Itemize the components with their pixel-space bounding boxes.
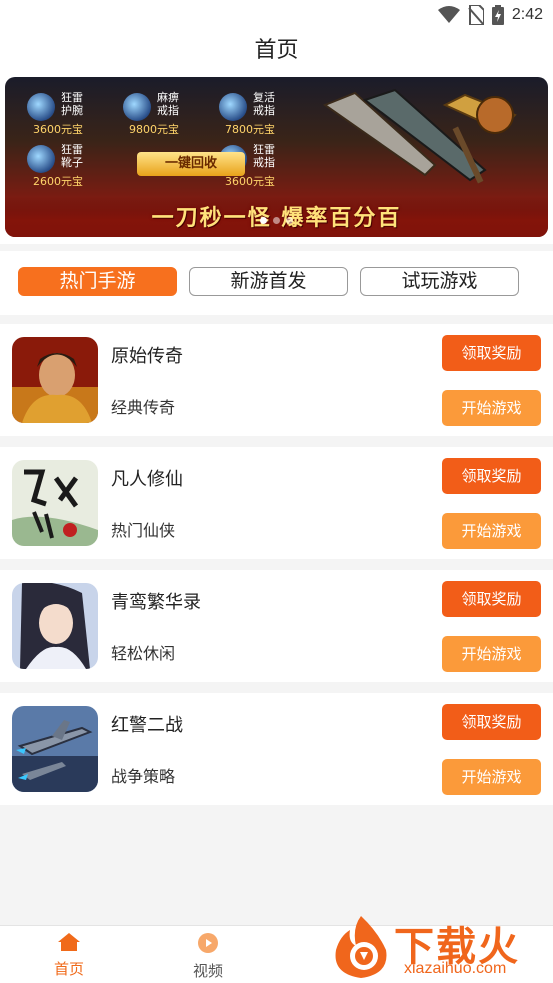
nav-item-home[interactable]: 首页 — [29, 932, 109, 979]
banner-item: 狂雷靴子 2600元宝 — [25, 141, 115, 188]
banner-item-name: 狂雷靴子 — [61, 143, 83, 169]
banner-item: 复活戒指 7800元宝 — [217, 89, 307, 136]
banner-item-price: 7800元宝 — [225, 123, 275, 136]
pagination-dot[interactable] — [273, 217, 280, 224]
promo-banner[interactable]: 狂雷护腕 3600元宝 麻痹戒指 9800元宝 复活戒指 7800元宝 狂雷靴子… — [5, 77, 548, 237]
game-list-item[interactable]: 凡人修仙 热门仙侠 领取奖励 开始游戏 — [0, 447, 553, 559]
warrior-portrait-icon[interactable] — [12, 337, 98, 423]
gem-icon — [27, 93, 55, 121]
anime-portrait-icon[interactable] — [12, 583, 98, 669]
pagination-dot[interactable] — [260, 217, 267, 224]
game-tag: 轻松休闲 — [111, 644, 176, 663]
play-circle-icon — [198, 933, 218, 953]
nav-label: 视频 — [192, 962, 223, 980]
tab-new-games[interactable]: 新游首发 — [189, 267, 348, 296]
banner-item: 狂雷护腕 3600元宝 — [25, 89, 115, 136]
game-name: 原始传奇 — [111, 346, 183, 367]
banner-pagination — [260, 217, 293, 224]
start-game-button[interactable]: 开始游戏 — [442, 513, 541, 549]
battery-charging-icon — [491, 5, 504, 25]
game-name: 青鸾繁华录 — [111, 592, 201, 613]
claim-reward-button[interactable]: 领取奖励 — [442, 581, 541, 617]
banner-item-grid: 狂雷护腕 3600元宝 麻痹戒指 9800元宝 复活戒指 7800元宝 狂雷靴子… — [25, 89, 315, 199]
banner-item-price: 2600元宝 — [33, 175, 83, 188]
calligraphy-logo-icon[interactable] — [12, 460, 98, 546]
nav-item-video[interactable]: 视频 — [168, 932, 248, 981]
claim-reward-button[interactable]: 领取奖励 — [442, 704, 541, 740]
banner-item-price: 3600元宝 — [33, 123, 83, 136]
gem-icon — [27, 145, 55, 173]
banner-item-name: 麻痹戒指 — [157, 91, 179, 117]
pagination-dot[interactable] — [286, 217, 293, 224]
start-game-button[interactable]: 开始游戏 — [442, 636, 541, 672]
claim-reward-button[interactable]: 领取奖励 — [442, 458, 541, 494]
game-tag: 经典传奇 — [111, 398, 176, 417]
weapons-illustration-icon — [322, 88, 517, 184]
start-game-button[interactable]: 开始游戏 — [442, 390, 541, 426]
start-game-button[interactable]: 开始游戏 — [442, 759, 541, 795]
recycle-button[interactable]: 一键回收 — [137, 152, 245, 176]
tab-hot-games[interactable]: 热门手游 — [18, 267, 177, 296]
home-icon — [58, 933, 80, 951]
banner-section: 狂雷护腕 3600元宝 麻痹戒指 9800元宝 复活戒指 7800元宝 狂雷靴子… — [0, 72, 553, 244]
banner-item-price: 9800元宝 — [129, 123, 179, 136]
gem-icon — [219, 93, 247, 121]
game-list-item[interactable]: 原始传奇 经典传奇 领取奖励 开始游戏 — [0, 324, 553, 436]
page-title: 首页 — [254, 38, 299, 63]
banner-slogan: 一刀秒一怪 爆率百分百 — [5, 195, 548, 237]
watermark: 下载火 xiazaihuo.com — [326, 910, 553, 983]
tab-trial-games[interactable]: 试玩游戏 — [360, 267, 519, 296]
category-tabs: 热门手游 新游首发 试玩游戏 — [0, 251, 553, 315]
flame-logo-icon — [335, 916, 387, 978]
game-list-item[interactable]: 青鸾繁华录 轻松休闲 领取奖励 开始游戏 — [0, 570, 553, 682]
banner-item: 麻痹戒指 9800元宝 — [121, 89, 211, 136]
status-time: 2:42 — [511, 6, 543, 23]
game-name: 红警二战 — [111, 715, 183, 736]
gem-icon — [123, 93, 151, 121]
game-tag: 战争策略 — [111, 767, 176, 786]
claim-reward-button[interactable]: 领取奖励 — [442, 335, 541, 371]
banner-item-name: 复活戒指 — [253, 91, 275, 117]
nav-label: 首页 — [53, 960, 84, 978]
game-list-item[interactable]: 红警二战 战争策略 领取奖励 开始游戏 — [0, 693, 553, 805]
watermark-domain: xiazaihuo.com — [404, 960, 507, 977]
status-bar: 2:42 — [0, 0, 553, 30]
status-icons: 2:42 — [437, 5, 543, 25]
banner-item-name: 狂雷戒指 — [253, 143, 275, 169]
banner-item-name: 狂雷护腕 — [61, 91, 83, 117]
wifi-icon — [437, 6, 460, 23]
game-tag: 热门仙侠 — [111, 521, 176, 540]
top-bar: 首页 — [0, 30, 553, 72]
game-name: 凡人修仙 — [111, 469, 183, 490]
warplane-icon[interactable] — [12, 706, 98, 792]
no-sim-icon — [468, 5, 484, 25]
